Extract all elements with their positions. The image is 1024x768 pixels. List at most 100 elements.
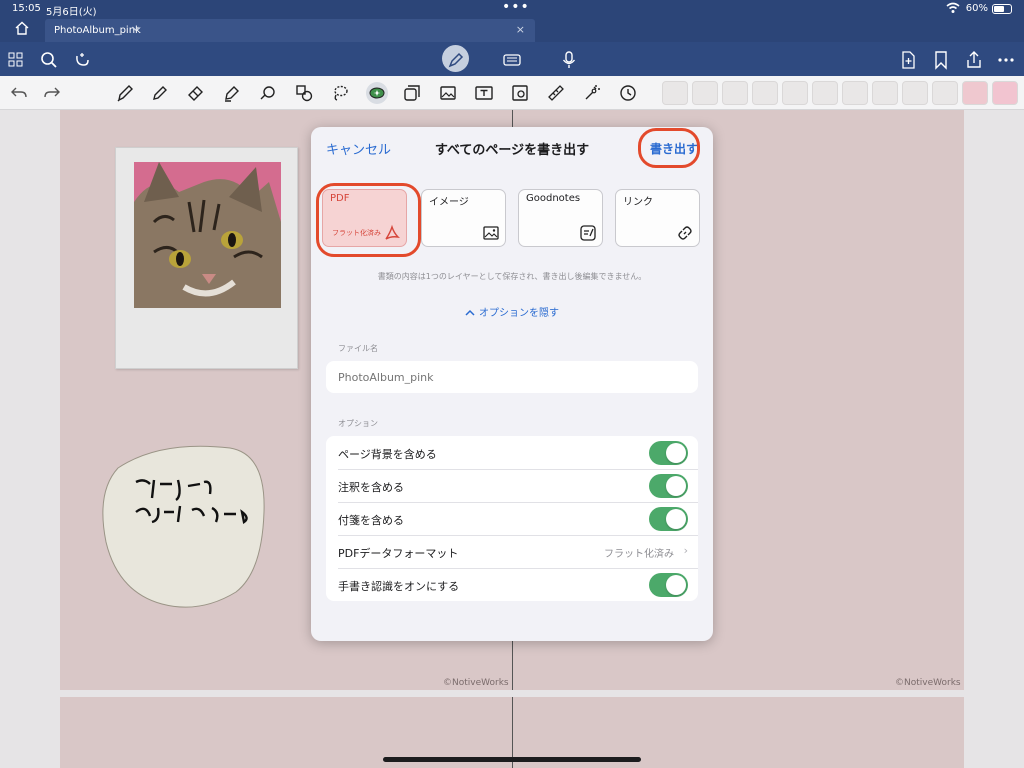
search-icon[interactable] [39, 50, 59, 70]
elements-tool-icon[interactable] [402, 83, 422, 103]
format-name: Goodnotes [526, 193, 581, 204]
option-row-annotations: 注釈を含める [326, 469, 698, 502]
shape-tool-icon[interactable] [258, 83, 278, 103]
add-page-icon[interactable] [898, 50, 918, 70]
chevron-right-icon: › [683, 544, 688, 557]
options-group: ページ背景を含める 注釈を含める 付箋を含める PDFデータフォーマット フラッ… [326, 436, 698, 601]
pencil-tool-icon[interactable] [150, 83, 170, 103]
grid-icon[interactable] [6, 50, 26, 70]
tab-bar: PhotoAlbum_pink × [0, 18, 1024, 42]
format-link[interactable]: リンク [615, 189, 700, 247]
polaroid-frame[interactable] [115, 147, 298, 369]
option-row-pdf-format[interactable]: PDFデータフォーマット フラット化済み › [326, 535, 698, 568]
toggle-knob [666, 575, 686, 595]
bookmark-icon[interactable] [931, 50, 951, 70]
shapes-tool-icon[interactable] [294, 83, 314, 103]
format-name: リンク [623, 197, 653, 208]
format-image[interactable]: イメージ [421, 189, 506, 247]
export-button-highlight [638, 128, 700, 168]
text-tool-icon[interactable] [474, 83, 494, 103]
image-icon [483, 226, 499, 240]
pdf-format-highlight [316, 183, 421, 257]
sticker-swatch[interactable] [872, 81, 898, 105]
pdf-format-value: フラット化済み [604, 549, 674, 560]
option-label: 注釈を含める [338, 481, 404, 494]
format-goodnotes[interactable]: Goodnotes [518, 189, 603, 247]
home-indicator[interactable] [383, 757, 641, 762]
sticker-swatch[interactable] [782, 81, 808, 105]
sticker-tool-icon[interactable] [367, 83, 387, 103]
sticker-swatch[interactable] [752, 81, 778, 105]
link-icon [678, 226, 692, 240]
nav-bar [0, 42, 1024, 76]
option-row-page-background: ページ背景を含める [326, 436, 698, 469]
highlighter-tool-icon[interactable] [222, 83, 242, 103]
sticker-swatch[interactable] [992, 81, 1018, 105]
pen-mode-icon[interactable] [446, 50, 466, 70]
battery-icon [992, 4, 1012, 14]
filename-input[interactable] [326, 361, 698, 393]
format-name: イメージ [429, 197, 469, 208]
hide-options-toggle[interactable]: オプションを隠す [311, 304, 713, 319]
chevron-down-icon[interactable] [131, 24, 140, 33]
row-separator [338, 568, 698, 569]
close-tab-icon[interactable]: × [516, 23, 525, 36]
handwriting-recognition-toggle[interactable] [649, 573, 688, 597]
toggle-knob [666, 443, 686, 463]
speech-bubble-handwriting[interactable] [100, 442, 268, 612]
toggle-knob [666, 476, 686, 496]
credit-left: ©NotiveWorks [443, 678, 509, 688]
lasso-tool-icon[interactable] [330, 83, 350, 103]
sticker-swatch[interactable] [812, 81, 838, 105]
home-icon[interactable] [14, 20, 30, 36]
status-bar: 15:05 5月6日(火) ••• 60% [0, 0, 1024, 18]
cat-photo[interactable] [134, 162, 281, 308]
pen-tool-icon[interactable] [115, 83, 135, 103]
cancel-button[interactable]: キャンセル [326, 139, 391, 158]
chevron-up-icon [465, 309, 475, 316]
option-label: PDFデータフォーマット [338, 547, 459, 560]
status-time: 15:05 [12, 3, 41, 14]
credit-right: ©NotiveWorks [895, 678, 961, 688]
toggle-knob [666, 509, 686, 529]
camera-scan-tool-icon[interactable] [510, 83, 530, 103]
tool-bar [0, 76, 1024, 110]
microphone-icon[interactable] [559, 50, 579, 70]
sticker-swatch[interactable] [902, 81, 928, 105]
sticker-swatch[interactable] [962, 81, 988, 105]
option-row-handwriting: 手書き認識をオンにする [326, 568, 698, 601]
hide-options-label: オプションを隠す [479, 308, 559, 319]
include-page-background-toggle[interactable] [649, 441, 688, 465]
sticker-swatch[interactable] [722, 81, 748, 105]
ruler-tool-icon[interactable] [546, 83, 566, 103]
undo-icon[interactable] [9, 83, 29, 103]
sticker-swatch[interactable] [692, 81, 718, 105]
redo-icon[interactable] [42, 83, 62, 103]
export-hint-text: 書類の内容は1つのレイヤーとして保存され、書き出し後編集できません。 [377, 272, 647, 281]
status-date: 5月6日(火) [46, 7, 97, 18]
multitask-dots-icon[interactable]: ••• [502, 0, 530, 15]
row-separator [338, 502, 698, 503]
sticker-swatch[interactable] [932, 81, 958, 105]
keyboard-icon[interactable] [502, 50, 522, 70]
eraser-tool-icon[interactable] [186, 83, 206, 103]
laser-pointer-tool-icon[interactable] [582, 83, 602, 103]
option-label: 手書き認識をオンにする [338, 580, 460, 593]
sticker-swatch[interactable] [842, 81, 868, 105]
include-annotations-toggle[interactable] [649, 474, 688, 498]
wifi-icon [946, 2, 960, 13]
include-sticky-notes-toggle[interactable] [649, 507, 688, 531]
options-section-label: オプション [338, 419, 378, 428]
goodnotes-icon [580, 225, 596, 241]
more-icon[interactable] [996, 50, 1016, 70]
sticker-swatch[interactable] [662, 81, 688, 105]
history-tool-icon[interactable] [618, 83, 638, 103]
document-tab[interactable]: PhotoAlbum_pink × [45, 19, 535, 42]
share-icon[interactable] [964, 50, 984, 70]
tab-title: PhotoAlbum_pink [54, 25, 141, 36]
row-separator [338, 535, 698, 536]
export-dialog: すべてのページを書き出す キャンセル 書き出す PDF フラット化済み イメージ… [311, 127, 713, 641]
lasso-sparkle-icon[interactable] [72, 50, 92, 70]
image-tool-icon[interactable] [438, 83, 458, 103]
option-label: 付箋を含める [338, 514, 404, 527]
